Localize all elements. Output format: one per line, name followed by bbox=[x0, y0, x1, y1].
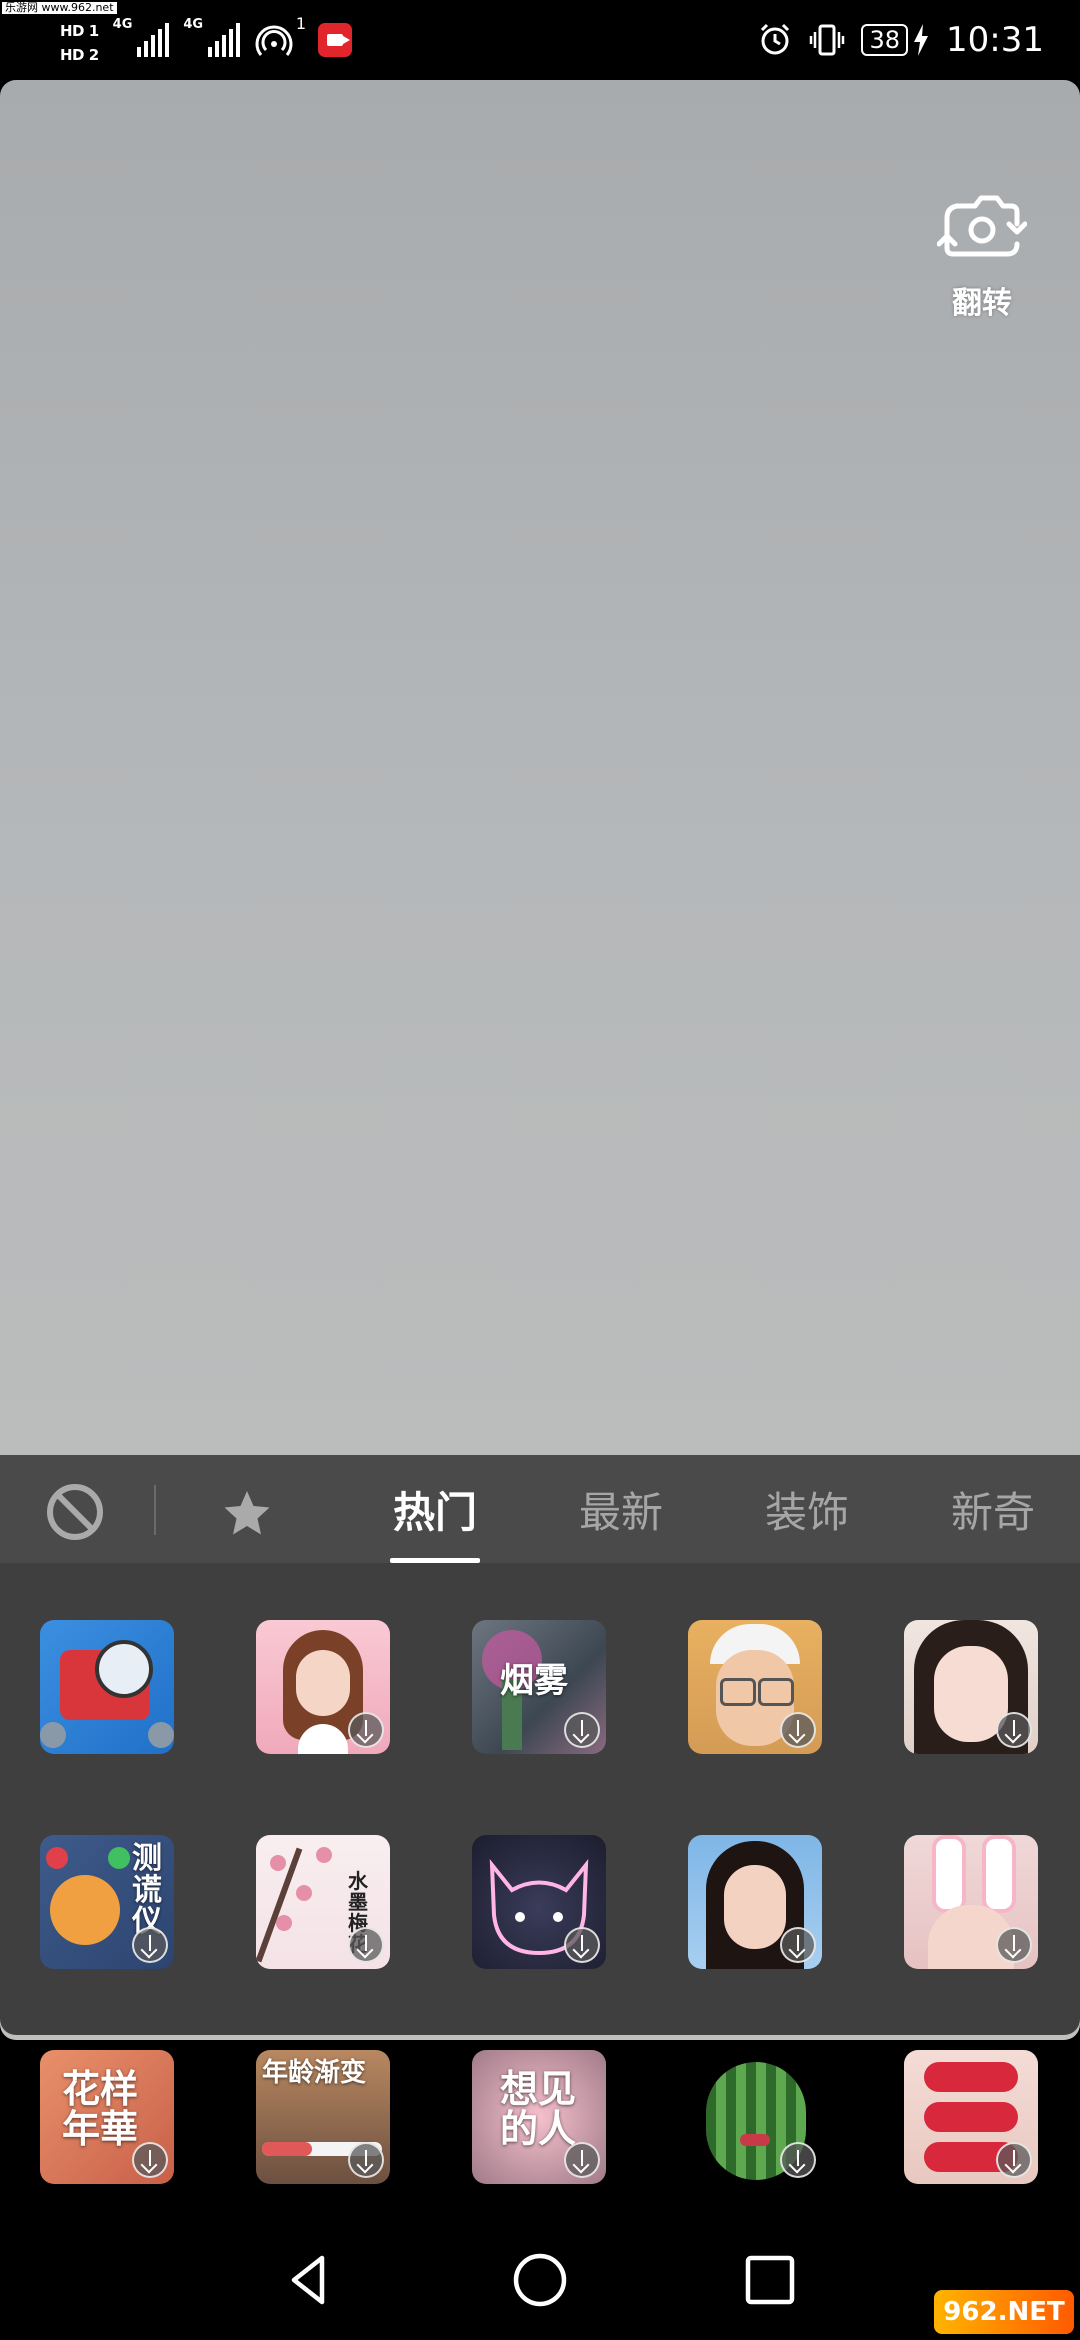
signal2-icon: 4G bbox=[183, 17, 241, 57]
effect-want-to-see-label: 想见的人 bbox=[500, 2067, 577, 2151]
signal1-icon: 4G bbox=[113, 17, 170, 57]
effects-row-3: 花样年華 年龄渐变 想见的人 bbox=[0, 2050, 1080, 2190]
effect-smoke-label: 烟雾 bbox=[500, 1661, 568, 1701]
download-icon bbox=[780, 2142, 816, 2178]
effect-watermelon[interactable] bbox=[688, 2050, 822, 2184]
effect-smoke[interactable]: 烟雾 bbox=[472, 1620, 606, 1754]
clock: 10:31 bbox=[946, 20, 1044, 60]
download-icon bbox=[564, 1927, 600, 1963]
no-effect-icon[interactable] bbox=[46, 1483, 104, 1541]
sim-indicators: HD 1 HD 2 bbox=[60, 23, 99, 63]
sim1-hd-label: HD 1 bbox=[60, 22, 99, 40]
download-icon bbox=[996, 2142, 1032, 2178]
navigation-bar: 962.NET bbox=[0, 2220, 1080, 2340]
effect-blossom-years-label: 花样年華 bbox=[62, 2067, 139, 2151]
site-watermark-logo: 962.NET bbox=[934, 2290, 1074, 2334]
hotspot-icon: 1 bbox=[254, 14, 306, 60]
effect-age-change-label: 年龄渐变 bbox=[262, 2058, 367, 2088]
effects-tab-bar: 热门 最新 装饰 新奇 bbox=[0, 1455, 1080, 1563]
download-icon bbox=[132, 2142, 168, 2178]
net1-label: 4G bbox=[112, 17, 133, 32]
flip-camera-label: 翻转 bbox=[952, 286, 1012, 321]
effect-bunny-ears[interactable] bbox=[904, 1835, 1038, 1969]
effect-girl-portrait[interactable] bbox=[904, 1620, 1038, 1754]
sim2-hd-label: HD 2 bbox=[60, 46, 99, 64]
alarm-icon bbox=[761, 23, 790, 55]
effect-ink-flower[interactable]: 水墨梅花 bbox=[256, 1835, 390, 1969]
download-icon bbox=[996, 1927, 1032, 1963]
download-icon bbox=[780, 1712, 816, 1748]
effect-lips[interactable] bbox=[904, 2050, 1038, 2184]
flip-camera-icon bbox=[936, 195, 1028, 257]
effect-cartoon-girl[interactable] bbox=[256, 1620, 390, 1754]
screen-record-icon bbox=[318, 23, 353, 57]
favorites-star-icon[interactable] bbox=[222, 1489, 272, 1537]
effects-row-2: 测谎仪 水墨梅花 bbox=[0, 1835, 1080, 1975]
tab-newest[interactable]: 最新 bbox=[576, 1479, 666, 1549]
home-icon[interactable] bbox=[510, 2250, 570, 2310]
download-icon bbox=[132, 1927, 168, 1963]
back-icon[interactable] bbox=[280, 2250, 340, 2310]
download-icon bbox=[564, 1712, 600, 1748]
effect-lie-detector-label: 测谎仪 bbox=[132, 1841, 162, 1939]
download-icon bbox=[348, 2142, 384, 2178]
effect-age-change[interactable]: 年龄渐变 bbox=[256, 2050, 390, 2184]
effect-blossom-years[interactable]: 花样年華 bbox=[40, 2050, 174, 2184]
download-icon bbox=[780, 1927, 816, 1963]
download-icon bbox=[996, 1712, 1032, 1748]
effect-hearts-girl[interactable] bbox=[688, 1835, 822, 1969]
tab-hot[interactable]: 热门 bbox=[390, 1479, 480, 1563]
effect-neon-cat[interactable] bbox=[472, 1835, 606, 1969]
download-icon bbox=[348, 1927, 384, 1963]
tab-novelty[interactable]: 新奇 bbox=[948, 1479, 1038, 1549]
status-bar: 乐游网 www.962.net HD 1 HD 2 4G 4G 1 38 10:… bbox=[0, 0, 1080, 80]
effect-want-to-see[interactable]: 想见的人 bbox=[472, 2050, 606, 2184]
charging-icon bbox=[914, 24, 929, 56]
effects-panel: 热门 最新 装饰 新奇 烟雾 测谎仪 水墨梅 bbox=[0, 1455, 1080, 2035]
tab-divider bbox=[154, 1485, 156, 1535]
net2-label: 4G bbox=[183, 17, 204, 32]
vibrate-icon bbox=[810, 24, 845, 56]
download-icon bbox=[348, 1712, 384, 1748]
flip-camera-button[interactable]: 翻转 bbox=[922, 190, 1042, 322]
recents-icon[interactable] bbox=[740, 2250, 800, 2310]
battery-indicator: 38 bbox=[861, 24, 909, 56]
effect-glasses-boy[interactable] bbox=[688, 1620, 822, 1754]
download-icon bbox=[564, 2142, 600, 2178]
tab-decoration[interactable]: 装饰 bbox=[762, 1479, 852, 1549]
hotspot-count: 1 bbox=[295, 14, 307, 33]
effects-row-1: 烟雾 bbox=[0, 1620, 1080, 1760]
effect-robot[interactable] bbox=[40, 1620, 174, 1754]
effect-lie-detector[interactable]: 测谎仪 bbox=[40, 1835, 174, 1969]
